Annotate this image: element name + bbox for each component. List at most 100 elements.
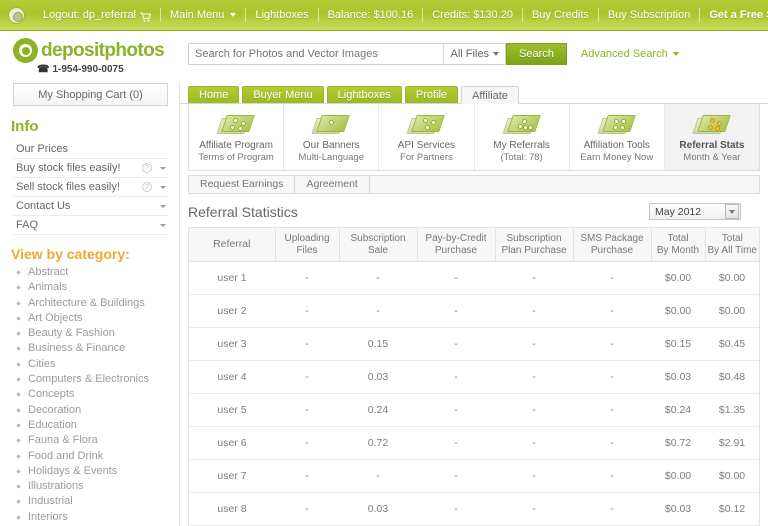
stat-cell: - bbox=[495, 426, 573, 460]
folder-icon bbox=[311, 113, 351, 137]
chevron-down-icon[interactable] bbox=[160, 223, 166, 227]
search-button[interactable]: Search bbox=[506, 43, 567, 65]
help-icon[interactable]: ? bbox=[142, 182, 152, 192]
tab-affiliate[interactable]: Affiliate bbox=[461, 86, 519, 104]
file-type-select[interactable]: All Files bbox=[443, 44, 505, 64]
tab-buyer-menu[interactable]: Buyer Menu bbox=[242, 86, 324, 103]
stat-cell: $0.00 bbox=[705, 459, 759, 493]
affiliate-tile-referral-stats[interactable]: Referral Stats Month & Year bbox=[664, 104, 760, 170]
affiliate-tile-our-banners[interactable]: Our Banners Multi-Language bbox=[284, 104, 380, 170]
category-item[interactable]: Fauna & Flora bbox=[28, 433, 179, 448]
stat-cell: - bbox=[573, 426, 651, 460]
category-item[interactable]: Illustrations bbox=[28, 479, 179, 494]
affiliate-tile-affiliation-tools[interactable]: Affiliation Tools Earn Money Now bbox=[570, 104, 665, 170]
category-item[interactable]: Art Objects bbox=[28, 311, 179, 326]
phone-number: 1-954-990-0075 bbox=[52, 64, 124, 75]
column-header-line2: By All Time bbox=[707, 244, 757, 256]
column-header-line2: Files bbox=[296, 244, 318, 256]
affiliate-tile-my-referrals[interactable]: My Referrals (Total: 78) bbox=[475, 104, 570, 170]
chevron-down-icon[interactable] bbox=[160, 166, 166, 170]
tab-profile[interactable]: Profile bbox=[404, 86, 459, 103]
category-item[interactable]: Animals bbox=[28, 280, 179, 295]
stat-cell: 0.15 bbox=[339, 327, 417, 361]
column-header-line1: Pay-by-Credit bbox=[425, 233, 487, 244]
stat-cell: - bbox=[275, 426, 339, 460]
main-menu-dropdown[interactable]: Main Menu bbox=[161, 7, 245, 24]
stat-cell: 0.03 bbox=[339, 360, 417, 394]
table-body: user 1- - - - - $0.00 $0.00 user 2- - - - - $0.00 $0.… bbox=[189, 261, 759, 526]
category-item[interactable]: Education bbox=[28, 418, 179, 433]
stat-cell: - bbox=[417, 327, 495, 361]
category-item[interactable]: Concepts bbox=[28, 387, 179, 402]
info-item[interactable]: Contact Us bbox=[13, 197, 168, 216]
stat-cell: $0.03 bbox=[651, 360, 705, 394]
tile-title: Affiliation Tools bbox=[583, 139, 650, 151]
affiliate-tile-api-services[interactable]: API Services For Partners bbox=[379, 104, 475, 170]
info-item[interactable]: FAQ bbox=[13, 216, 168, 235]
info-item[interactable]: Buy stock files easily!? bbox=[13, 159, 168, 178]
column-header: Referral bbox=[189, 228, 276, 262]
category-item[interactable]: Beauty & Fashion bbox=[28, 326, 179, 341]
help-icon[interactable]: ? bbox=[142, 163, 152, 173]
column-header-line1: Subscription bbox=[506, 233, 562, 244]
stat-cell: - bbox=[495, 459, 573, 493]
advanced-search-link[interactable]: Advanced Search bbox=[581, 48, 679, 60]
shopping-cart-button[interactable]: My Shopping Cart (0) bbox=[13, 83, 168, 106]
logo[interactable]: depositphotos bbox=[13, 38, 180, 63]
search-input[interactable] bbox=[189, 44, 444, 64]
referral-name-cell: user 2 bbox=[189, 294, 275, 328]
referral-stats-table-wrapper: Referral Uploading Files Subscription Sale Pa… bbox=[188, 227, 760, 526]
column-header-line2: Purchase bbox=[590, 244, 634, 256]
file-type-value: All Files bbox=[450, 48, 489, 60]
affiliate-icon-strip: Affiliate Program Terms of Program Our Ban… bbox=[188, 104, 760, 171]
tile-title: Affiliate Program bbox=[199, 139, 273, 151]
category-item[interactable]: Industrial bbox=[28, 494, 179, 509]
chevron-down-icon[interactable] bbox=[725, 204, 739, 219]
stat-cell: $0.03 bbox=[651, 492, 705, 526]
category-item[interactable]: Architecture & Buildings bbox=[28, 296, 179, 311]
chevron-down-icon bbox=[493, 52, 499, 56]
tab-lightboxes[interactable]: Lightboxes bbox=[326, 86, 402, 103]
column-header: SMS Package Purchase bbox=[573, 228, 652, 262]
site-header: depositphotos ☎ 1-954-990-0075 All Files… bbox=[0, 31, 768, 83]
stat-cell: $0.00 bbox=[651, 459, 705, 493]
subtab-agreement[interactable]: Agreement bbox=[295, 176, 370, 193]
buy-subscription-link[interactable]: Buy Subscription bbox=[599, 7, 700, 24]
buy-credits-link[interactable]: Buy Credits bbox=[523, 7, 598, 24]
column-header-line1: SMS Package bbox=[580, 233, 644, 244]
column-header: Total By All Time bbox=[705, 228, 759, 262]
category-item[interactable]: Abstract bbox=[28, 265, 179, 280]
category-item[interactable]: Decoration bbox=[28, 403, 179, 418]
info-item[interactable]: Our Prices bbox=[13, 140, 168, 159]
stat-cell: - bbox=[275, 459, 339, 493]
affiliate-tile-affiliate-program[interactable]: Affiliate Program Terms of Program bbox=[189, 104, 285, 170]
category-item[interactable]: Cities bbox=[28, 357, 179, 372]
category-item[interactable]: Holidays & Events bbox=[28, 464, 179, 479]
column-header: Total By Month bbox=[651, 228, 706, 262]
stat-cell: $0.00 bbox=[651, 261, 705, 295]
top-utility-bar: Logout: dp_referral Main Menu Lightboxes… bbox=[0, 0, 768, 31]
category-item[interactable]: Computers & Electronics bbox=[28, 372, 179, 387]
category-item[interactable]: Food and Drink bbox=[28, 449, 179, 464]
chevron-down-icon[interactable] bbox=[160, 185, 166, 189]
credits-display: Credits: $130.20 bbox=[432, 8, 513, 21]
tab-home[interactable]: Home bbox=[188, 86, 240, 103]
stat-cell: - bbox=[495, 360, 573, 394]
stat-cell: - bbox=[495, 294, 573, 328]
logout-link[interactable]: Logout: dp_referral bbox=[34, 7, 160, 24]
stat-cell: $0.00 bbox=[651, 294, 705, 328]
lightboxes-link[interactable]: Lightboxes bbox=[246, 7, 317, 24]
folder-icon bbox=[597, 113, 636, 137]
chevron-down-icon[interactable] bbox=[160, 204, 166, 208]
stat-cell: - bbox=[495, 393, 573, 427]
info-item[interactable]: Sell stock files easily!? bbox=[13, 178, 168, 197]
info-item-label: Our Prices bbox=[16, 143, 68, 155]
month-select[interactable]: May 2012 bbox=[649, 203, 741, 220]
subtab-request-earnings[interactable]: Request Earnings bbox=[189, 176, 296, 193]
tile-subtitle: For Partners bbox=[400, 151, 453, 163]
referral-name-cell: user 1 bbox=[189, 261, 275, 295]
category-item[interactable]: Interiors bbox=[28, 510, 179, 525]
info-item-label: Contact Us bbox=[16, 200, 71, 212]
free-subscription-link[interactable]: Get a Free Subscription bbox=[700, 7, 768, 24]
category-item[interactable]: Business & Finance bbox=[28, 341, 179, 356]
